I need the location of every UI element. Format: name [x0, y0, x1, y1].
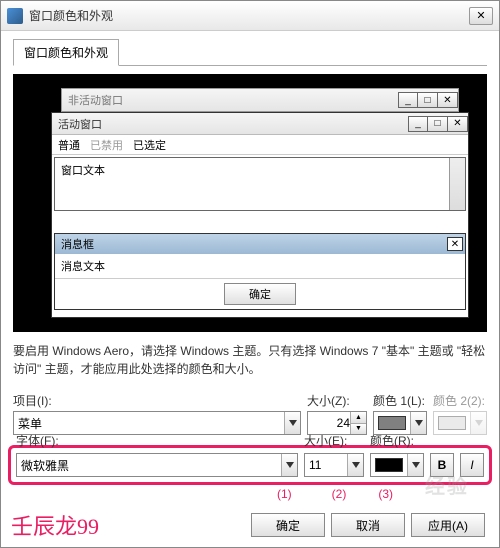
titlebar: 窗口颜色和外观 ✕	[1, 1, 499, 31]
font-color-label: 颜色(R):	[370, 432, 424, 449]
font-size-select[interactable]: 11	[304, 453, 364, 477]
maximize-icon[interactable]: □	[428, 116, 448, 132]
author-watermark: 壬辰龙99	[11, 509, 99, 541]
item-value: 菜单	[18, 415, 42, 432]
font-color-swatch	[375, 458, 403, 472]
size-label: 大小(Z):	[307, 392, 367, 409]
preview-menubar: 普通 已禁用 已选定	[52, 135, 468, 155]
color2-label: 颜色 2(2):	[433, 392, 487, 409]
chevron-down-icon[interactable]	[281, 454, 297, 476]
annotation-3: (3)	[378, 487, 393, 501]
chevron-down-icon[interactable]	[410, 412, 426, 434]
cancel-button[interactable]: 取消	[331, 513, 405, 537]
appearance-dialog: 窗口颜色和外观 ✕ 窗口颜色和外观 非活动窗口 _ □ ✕ 活动窗口 _	[0, 0, 500, 548]
annotation-numbers: (1) (2) (3)	[13, 487, 487, 501]
font-select[interactable]: 微软雅黑	[16, 453, 298, 477]
spin-up-icon[interactable]: ▲	[351, 412, 366, 424]
menu-selected[interactable]: 已选定	[133, 137, 166, 153]
window-title: 窗口颜色和外观	[29, 7, 469, 24]
preview-textbox[interactable]: 窗口文本	[54, 157, 466, 211]
annotation-highlight: 字体(F): 微软雅黑 大小(E): 11 颜色(R):	[8, 445, 492, 485]
inactive-title: 非活动窗口	[62, 92, 398, 108]
close-icon[interactable]: ✕	[447, 237, 463, 251]
apply-button[interactable]: 应用(A)	[411, 513, 485, 537]
msgbox-title: 消息框	[61, 236, 94, 252]
preview-active-window[interactable]: 活动窗口 _ □ ✕ 普通 已禁用 已选定 窗口文本	[51, 112, 469, 318]
window-text-label: 窗口文本	[61, 162, 105, 206]
tab-strip: 窗口颜色和外观	[13, 39, 487, 66]
font-value: 微软雅黑	[21, 457, 69, 474]
color2-picker	[433, 411, 487, 435]
close-icon[interactable]: ✕	[438, 92, 458, 108]
menu-disabled: 已禁用	[90, 137, 123, 153]
item-label: 项目(I):	[13, 392, 301, 409]
tab-appearance[interactable]: 窗口颜色和外观	[13, 39, 119, 66]
chevron-down-icon[interactable]	[407, 454, 423, 476]
chevron-down-icon[interactable]	[284, 412, 300, 434]
preview-messagebox: 消息框 ✕ 消息文本 确定	[54, 233, 466, 310]
maximize-icon[interactable]: □	[418, 92, 438, 108]
minimize-icon[interactable]: _	[398, 92, 418, 108]
ok-button[interactable]: 确定	[251, 513, 325, 537]
preview-area: 非活动窗口 _ □ ✕ 活动窗口 _ □ ✕ 普通	[13, 74, 487, 332]
msgbox-text: 消息文本	[55, 254, 465, 278]
annotation-1: (1)	[277, 487, 292, 501]
active-title: 活动窗口	[52, 116, 408, 132]
font-color-picker[interactable]	[370, 453, 424, 477]
annotation-2: (2)	[332, 487, 347, 501]
close-icon[interactable]: ✕	[469, 7, 493, 25]
preview-inactive-window[interactable]: 非活动窗口 _ □ ✕	[61, 88, 459, 112]
color1-swatch	[378, 416, 406, 430]
font-label: 字体(F):	[16, 432, 298, 449]
close-icon[interactable]: ✕	[448, 116, 468, 132]
color1-label: 颜色 1(L):	[373, 392, 427, 409]
font-size-label: 大小(E):	[304, 432, 364, 449]
background-watermark: 经验	[425, 470, 469, 499]
dialog-footer: 确定 取消 应用(A)	[251, 513, 485, 537]
color2-swatch	[438, 416, 466, 430]
minimize-icon[interactable]: _	[408, 116, 428, 132]
menu-normal[interactable]: 普通	[58, 137, 80, 153]
font-size-value: 11	[309, 458, 321, 472]
chevron-down-icon	[470, 412, 486, 434]
size-value: 24	[312, 416, 350, 430]
msgbox-ok-button[interactable]: 确定	[224, 283, 296, 305]
app-icon	[7, 8, 23, 24]
description-text: 要启用 Windows Aero，请选择 Windows 主题。只有选择 Win…	[13, 342, 487, 378]
chevron-down-icon[interactable]	[347, 454, 363, 476]
scrollbar[interactable]	[449, 158, 465, 210]
